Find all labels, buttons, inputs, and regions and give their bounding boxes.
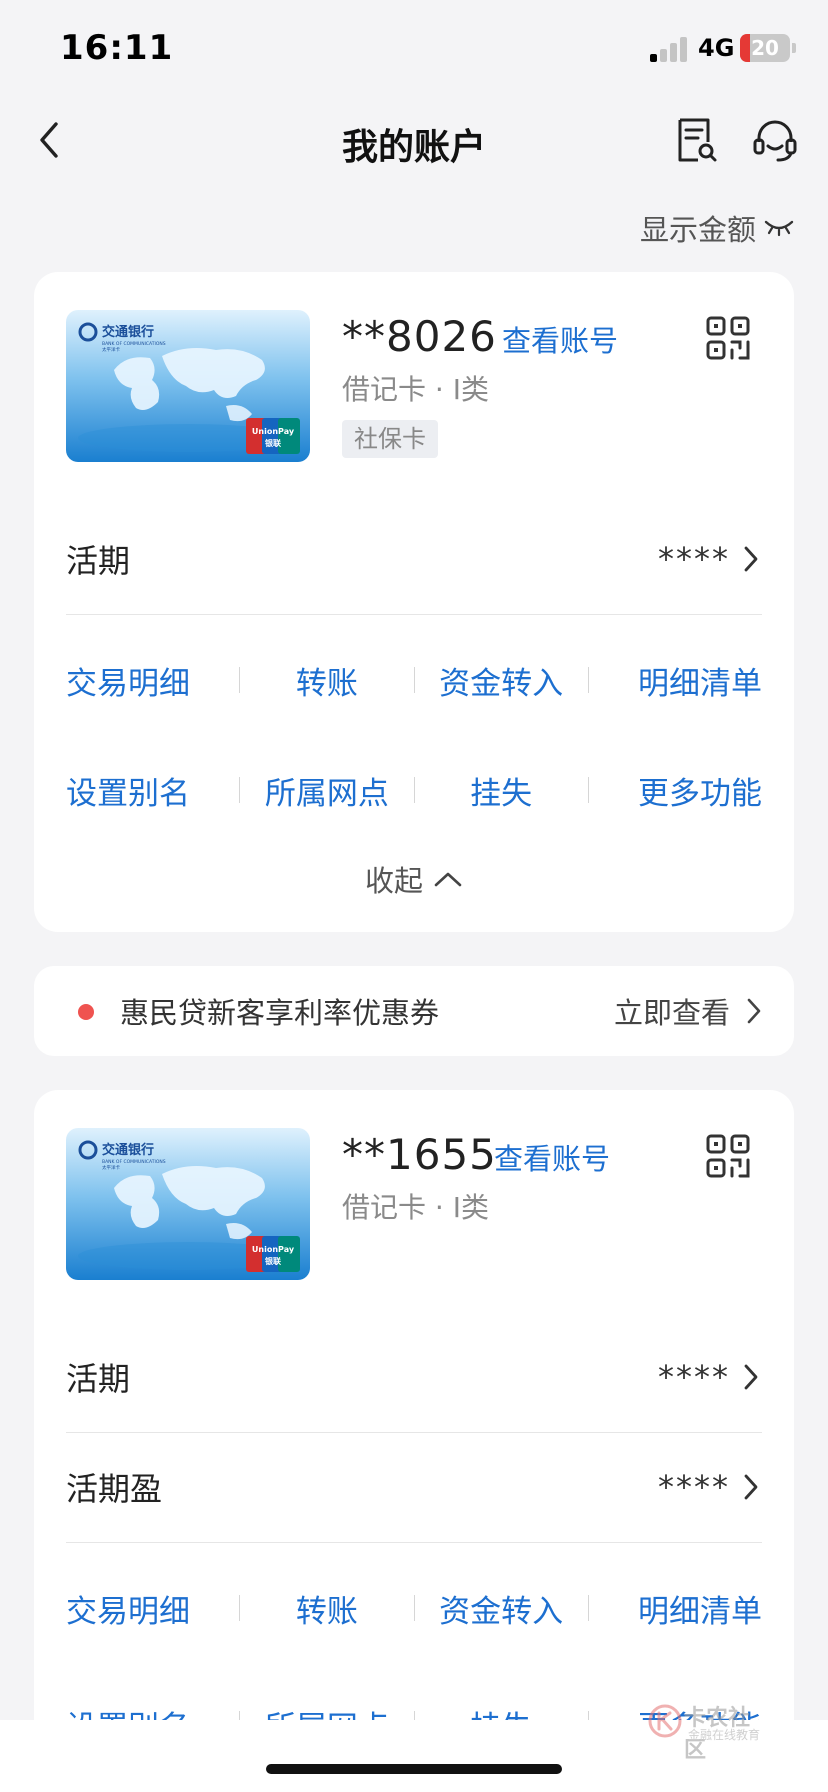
report-loss-link[interactable]: 挂失 <box>415 768 588 813</box>
eye-closed-icon <box>764 220 794 237</box>
battery-icon: 20 <box>740 34 790 62</box>
qr-code-icon[interactable] <box>706 1134 750 1178</box>
promo-text: 惠民贷新客享利率优惠券 <box>120 996 440 1030</box>
fund-transfer-in-link[interactable]: 资金转入 <box>415 1586 588 1631</box>
show-amount-toggle[interactable]: 显示金额 <box>640 208 794 248</box>
collapse-label: 收起 <box>364 864 423 898</box>
svg-text:银联: 银联 <box>264 438 281 448</box>
qr-code-icon[interactable] <box>706 316 750 360</box>
network-type: 4G <box>698 34 735 62</box>
svg-text:太平洋卡: 太平洋卡 <box>102 346 120 353</box>
current-deposit-row[interactable]: 活期 **** <box>66 504 762 614</box>
bank-card-image[interactable]: 交通银行 BANK OF COMMUNICATIONS 太平洋卡 UnionPa… <box>66 1128 310 1280</box>
chevron-up-icon <box>434 872 462 887</box>
transaction-details-link[interactable]: 交易明细 <box>66 658 239 703</box>
masked-balance: **** <box>658 540 730 578</box>
svg-text:交通银行: 交通银行 <box>102 1142 154 1158</box>
social-security-tag: 社保卡 <box>342 420 438 458</box>
masked-balance: **** <box>658 1468 730 1506</box>
unionpay-logo: UnionPay 银联 <box>246 1236 300 1272</box>
row-label: 活期盈 <box>66 1470 163 1508</box>
card-type: 借记卡 · Ⅰ类 <box>342 1191 489 1224</box>
watermark-logo-icon <box>648 1704 682 1738</box>
view-account-link[interactable]: 查看账号 <box>502 318 618 360</box>
account-number: **8026 <box>342 312 497 361</box>
divider <box>66 1542 762 1543</box>
status-bar: 16:11 4G 20 <box>0 0 828 100</box>
status-time: 16:11 <box>60 28 174 68</box>
nav-bar: 我的账户 <box>0 100 828 180</box>
chevron-right-icon <box>744 546 758 572</box>
watermark-subtitle: 金融在线教育 <box>688 1728 761 1742</box>
chevron-right-icon <box>747 998 761 1024</box>
action-row: 交易明细 转账 资金转入 明细清单 <box>66 1568 762 1648</box>
promo-banner[interactable]: 惠民贷新客享利率优惠券 立即查看 <box>34 966 794 1056</box>
collapse-button[interactable]: 收起 <box>34 854 794 904</box>
divider <box>66 614 762 615</box>
action-row: 设置别名 所属网点 挂失 更多功能 <box>66 750 762 830</box>
statement-list-link[interactable]: 明细清单 <box>589 658 762 703</box>
masked-balance: **** <box>658 1358 730 1396</box>
set-alias-link[interactable]: 设置别名 <box>66 768 239 813</box>
svg-text:交通银行: 交通银行 <box>102 324 154 340</box>
branch-link[interactable]: 所属网点 <box>240 768 413 813</box>
chevron-right-icon <box>744 1364 758 1390</box>
bank-card-image[interactable]: 交通银行 BANK OF COMMUNICATIONS 太平洋卡 UnionPa… <box>66 310 310 462</box>
account-card: 交通银行 BANK OF COMMUNICATIONS 太平洋卡 UnionPa… <box>34 272 794 932</box>
promo-dot <box>78 1004 94 1020</box>
transfer-link[interactable]: 转账 <box>240 1586 413 1631</box>
action-row: 交易明细 转账 资金转入 明细清单 <box>66 640 762 720</box>
statement-list-link[interactable]: 明细清单 <box>589 1586 762 1631</box>
svg-text:BANK OF COMMUNICATIONS: BANK OF COMMUNICATIONS <box>102 1159 166 1165</box>
watermark: 卡农社区 金融在线教育 <box>648 1700 768 1763</box>
svg-text:UnionPay: UnionPay <box>252 427 295 436</box>
account-number: **1655 <box>342 1130 497 1179</box>
view-account-link[interactable]: 查看账号 <box>494 1136 610 1178</box>
fund-transfer-in-link[interactable]: 资金转入 <box>415 658 588 703</box>
svg-text:太平洋卡: 太平洋卡 <box>102 1164 120 1171</box>
battery-cap <box>792 43 796 53</box>
customer-service-icon[interactable] <box>752 116 798 164</box>
promo-action-label: 立即查看 <box>613 996 730 1030</box>
card-type: 借记卡 · Ⅰ类 <box>342 373 489 406</box>
account-card: 交通银行 BANK OF COMMUNICATIONS 太平洋卡 UnionPa… <box>34 1090 794 1792</box>
cellular-signal-icon <box>650 36 692 62</box>
unionpay-logo: UnionPay 银联 <box>246 418 300 454</box>
show-amount-label: 显示金额 <box>639 213 756 247</box>
more-functions-link[interactable]: 更多功能 <box>589 768 762 813</box>
current-deposit-row[interactable]: 活期 **** <box>66 1322 762 1432</box>
transfer-link[interactable]: 转账 <box>240 658 413 703</box>
statement-icon[interactable] <box>674 116 718 164</box>
promo-action[interactable]: 立即查看 <box>614 990 764 1032</box>
row-label: 活期 <box>66 1360 131 1398</box>
home-indicator <box>266 1764 562 1774</box>
row-label: 活期 <box>66 542 131 580</box>
battery-level: 20 <box>751 36 779 60</box>
chevron-right-icon <box>744 1474 758 1500</box>
current-plus-row[interactable]: 活期盈 **** <box>66 1432 762 1542</box>
svg-text:UnionPay: UnionPay <box>252 1245 295 1254</box>
transaction-details-link[interactable]: 交易明细 <box>66 1586 239 1631</box>
svg-text:BANK OF COMMUNICATIONS: BANK OF COMMUNICATIONS <box>102 341 166 347</box>
svg-text:银联: 银联 <box>264 1256 281 1266</box>
